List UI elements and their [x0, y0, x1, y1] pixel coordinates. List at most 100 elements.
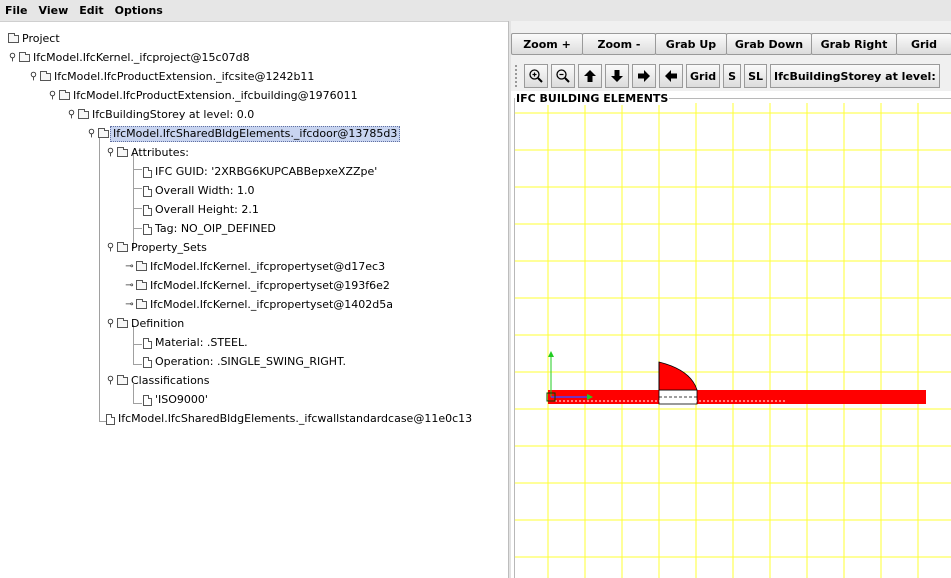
- tree-leaf-overall-width[interactable]: Overall Width: 1.0: [143, 183, 254, 199]
- file-icon: [143, 356, 152, 368]
- tree-leaf-iso9000[interactable]: 'ISO9000': [143, 392, 208, 408]
- tree-node-classifications[interactable]: ⚲ Classifications: [106, 373, 210, 389]
- folder-icon: [136, 280, 147, 290]
- tree-node-property-sets[interactable]: ⚲ Property_Sets: [106, 240, 207, 256]
- file-icon: [143, 204, 152, 216]
- arrow-down-icon: [611, 70, 623, 82]
- tree-node-label: Classifications: [131, 374, 210, 387]
- tree-leaf-tag[interactable]: Tag: NO_OIP_DEFINED: [143, 221, 276, 237]
- tree-node-attributes[interactable]: ⚲ Attributes:: [106, 145, 189, 161]
- tree-node-label: IfcModel.IfcKernel._ifcpropertyset@193f6…: [150, 279, 390, 292]
- folder-icon: [59, 90, 70, 100]
- menu-edit[interactable]: Edit: [74, 4, 109, 17]
- menu-bar: File View Edit Options: [0, 0, 951, 22]
- folder-icon: [117, 147, 128, 157]
- menu-file[interactable]: File: [0, 4, 34, 17]
- pan-right-button[interactable]: [632, 64, 656, 88]
- pan-down-button[interactable]: [605, 64, 629, 88]
- tree-node-propertyset-3[interactable]: ⊸ IfcModel.IfcKernel._ifcpropertyset@140…: [125, 297, 393, 313]
- tree-node-propertyset-1[interactable]: ⊸ IfcModel.IfcKernel._ifcpropertyset@d17…: [125, 259, 385, 275]
- grab-right-button[interactable]: Grab Right: [811, 33, 897, 55]
- tree-node-label: Overall Height: 2.1: [155, 203, 259, 216]
- pan-up-button[interactable]: [578, 64, 602, 88]
- tree-node-label: IFC GUID: '2XRBG6KUPCABBepxeXZZpe': [155, 165, 378, 178]
- magnifier-minus-icon: [556, 69, 570, 83]
- tree-node-propertyset-2[interactable]: ⊸ IfcModel.IfcKernel._ifcpropertyset@193…: [125, 278, 390, 294]
- tree-leaf-operation[interactable]: Operation: .SINGLE_SWING_RIGHT.: [143, 354, 346, 370]
- view-title: IFC BUILDING ELEMENTS: [515, 92, 670, 105]
- folder-icon: [40, 71, 51, 81]
- tree-node-ifcbuilding[interactable]: ⚲ IfcModel.IfcProductExtension._ifcbuild…: [48, 88, 358, 104]
- tree-node-building-storey[interactable]: ⚲ IfcBuildingStorey at level: 0.0: [67, 107, 254, 123]
- tree-node-label: Definition: [131, 317, 185, 330]
- tree-node-label: 'ISO9000': [155, 393, 208, 406]
- storey-select-value: IfcBuildingStorey at level: 0.0: [774, 69, 939, 83]
- tree-node-ifcsite[interactable]: ⚲ IfcModel.IfcProductExtension._ifcsite@…: [29, 69, 315, 85]
- collapsed-toggle-icon[interactable]: ⊸: [125, 300, 134, 310]
- storey-select[interactable]: IfcBuildingStorey at level: 0.0: [770, 64, 941, 88]
- tree-node-label: IfcModel.IfcKernel._ifcpropertyset@1402d…: [150, 298, 393, 311]
- tree-leaf-ifcwall[interactable]: IfcModel.IfcSharedBldgElements._ifcwalls…: [106, 411, 472, 427]
- tree-node-label: Attributes:: [131, 146, 190, 159]
- expanded-toggle-icon[interactable]: ⚲: [106, 376, 115, 386]
- expanded-toggle-icon[interactable]: ⚲: [106, 319, 115, 329]
- tree-leaf-guid[interactable]: IFC GUID: '2XRBG6KUPCABBepxeXZZpe': [143, 164, 377, 180]
- tree-node-ifcproject[interactable]: ⚲ IfcModel.IfcKernel._ifcproject@15c07d8: [8, 50, 250, 66]
- magnifier-plus-icon: [529, 69, 543, 83]
- toolbar-grip-icon[interactable]: [515, 65, 521, 87]
- grid-toggle-button[interactable]: Grid: [686, 64, 721, 88]
- collapsed-toggle-icon[interactable]: ⊸: [125, 281, 134, 291]
- collapsed-toggle-icon[interactable]: ⊸: [125, 262, 134, 272]
- expanded-toggle-icon[interactable]: ⚲: [29, 72, 38, 82]
- ifc-tree-panel[interactable]: Project ⚲ IfcModel.IfcKernel._ifcproject…: [0, 31, 508, 578]
- grid-button[interactable]: Grid: [896, 33, 951, 55]
- folder-icon: [19, 52, 30, 62]
- tree-node-label: Tag: NO_OIP_DEFINED: [155, 222, 276, 235]
- tree-node-label: Project: [22, 32, 60, 45]
- tree-node-label: IfcModel.IfcKernel._ifcpropertyset@d17ec…: [150, 260, 386, 273]
- tree-node-label: IfcModel.IfcKernel._ifcproject@15c07d8: [33, 51, 250, 64]
- building-elements-view[interactable]: IFC BUILDING ELEMENTS: [511, 91, 951, 578]
- grab-up-button[interactable]: Grab Up: [655, 33, 727, 55]
- tree-node-label-selected: IfcModel.IfcSharedBldgElements._ifcdoor@…: [110, 126, 401, 142]
- arrow-left-icon: [665, 70, 677, 82]
- tree-node-ifcdoor[interactable]: ⚲ IfcModel.IfcSharedBldgElements._ifcdoo…: [87, 126, 401, 142]
- expanded-toggle-icon[interactable]: ⚲: [48, 91, 57, 101]
- icon-toolbar: Grid S SL IfcBuildingStorey at level: 0.…: [511, 61, 951, 91]
- file-icon: [143, 185, 152, 197]
- tree-node-label: Material: .STEEL.: [155, 336, 248, 349]
- s-button[interactable]: S: [723, 64, 742, 88]
- tree-leaf-material[interactable]: Material: .STEEL.: [143, 335, 248, 351]
- tree-node-label: IfcModel.IfcProductExtension._ifcsite@12…: [54, 70, 315, 83]
- file-icon: [106, 413, 115, 425]
- zoom-in-button[interactable]: Zoom +: [511, 33, 583, 55]
- folder-icon: [117, 242, 128, 252]
- tree-node-definition[interactable]: ⚲ Definition: [106, 316, 184, 332]
- menu-options[interactable]: Options: [110, 4, 169, 17]
- door-shape[interactable]: [658, 361, 698, 405]
- expanded-toggle-icon[interactable]: ⚲: [67, 110, 76, 120]
- folder-icon: [98, 128, 109, 138]
- folder-icon: [136, 261, 147, 271]
- zoom-out-button[interactable]: Zoom -: [582, 33, 656, 55]
- expanded-toggle-icon[interactable]: ⚲: [106, 148, 115, 158]
- file-icon: [143, 337, 152, 349]
- file-icon: [143, 394, 152, 406]
- zoom-in-icon-button[interactable]: [524, 64, 548, 88]
- file-icon: [143, 166, 152, 178]
- expanded-toggle-icon[interactable]: ⚲: [87, 129, 96, 139]
- wall-shape[interactable]: [548, 390, 926, 404]
- menu-view[interactable]: View: [34, 4, 75, 17]
- folder-icon: [136, 299, 147, 309]
- drawing-canvas[interactable]: [515, 103, 951, 578]
- pan-left-button[interactable]: [659, 64, 683, 88]
- zoom-out-icon-button[interactable]: [551, 64, 575, 88]
- expanded-toggle-icon[interactable]: ⚲: [8, 53, 17, 63]
- sl-button[interactable]: SL: [744, 64, 768, 88]
- tree-leaf-overall-height[interactable]: Overall Height: 2.1: [143, 202, 259, 218]
- viewer-panel: Zoom + Zoom - Grab Up Grab Down Grab Rig…: [511, 21, 951, 578]
- folder-icon: [8, 33, 19, 43]
- grab-down-button[interactable]: Grab Down: [726, 33, 812, 55]
- tree-node-project-root[interactable]: Project: [8, 31, 60, 47]
- expanded-toggle-icon[interactable]: ⚲: [106, 243, 115, 253]
